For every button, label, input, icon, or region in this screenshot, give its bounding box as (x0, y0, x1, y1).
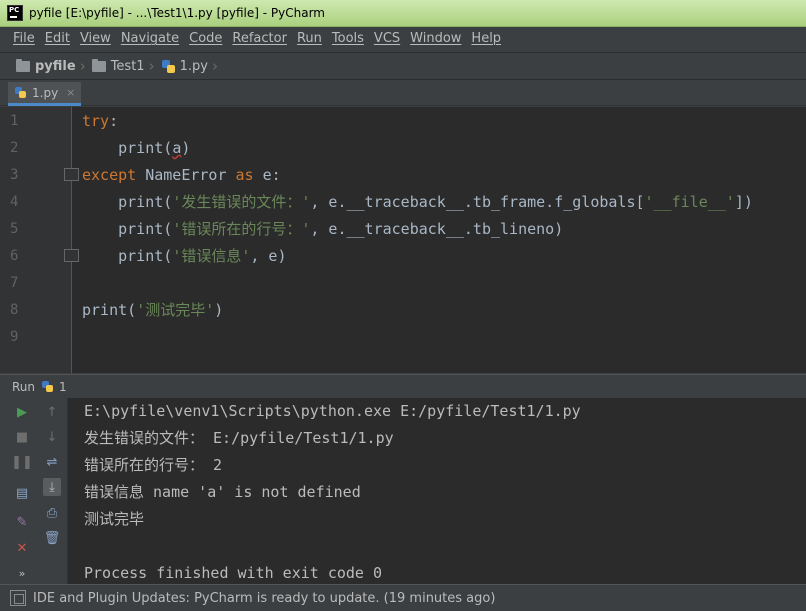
pycharm-app-icon: PC (7, 5, 23, 21)
menu-bar: File Edit View Navigate Code Refactor Ru… (0, 27, 806, 51)
app-icon-text: PC (9, 6, 20, 14)
run-config-name[interactable]: 1 (59, 380, 67, 394)
breadcrumb-folder-label: Test1 (110, 58, 145, 74)
line-number-gutter: 1 2 3 4 5 6 7 8 9 (0, 107, 72, 373)
pin-tab-icon[interactable]: ✎ (13, 513, 31, 531)
code-line-1: try: (82, 112, 119, 130)
menu-view[interactable]: View (75, 27, 116, 51)
breadcrumb: pyfile › Test1 › 1.py › (0, 52, 806, 80)
python-file-icon (14, 86, 28, 100)
line-number: 2 (10, 140, 19, 156)
console-line: Process finished with exit code 0 (84, 564, 383, 582)
python-file-icon (161, 59, 176, 74)
line-number: 1 (10, 113, 19, 129)
pause-icon[interactable]: ❚❚ (11, 453, 33, 471)
more-actions-icon[interactable]: » (13, 564, 31, 582)
tab-1-py[interactable]: 1.py × (8, 82, 82, 106)
menu-window[interactable]: Window (405, 27, 466, 51)
chevron-right-icon: › (79, 57, 86, 75)
folder-icon (16, 58, 30, 72)
code-line-6: print('错误信息', e) (118, 247, 287, 265)
run-label[interactable]: Run (12, 380, 35, 394)
line-number: 3 (10, 167, 19, 183)
chevron-right-icon: › (148, 57, 155, 75)
scroll-to-end-icon[interactable]: ⤓ (43, 478, 61, 496)
console-line: 错误信息 name 'a' is not defined (84, 483, 361, 501)
breadcrumb-file-label: 1.py (179, 58, 208, 74)
run-toolbar: ▶ ■ ❚❚ ▤ ✎ ✕ » ↑ ↓ ⇌ ⤓ ⎙ 🗑 (0, 398, 68, 584)
stop-icon[interactable]: ■ (13, 428, 31, 446)
print-icon[interactable]: ⎙ (43, 504, 61, 522)
tab-label: 1.py (32, 85, 59, 100)
console-line: 发生错误的文件： E:/pyfile/Test1/1.py (84, 429, 394, 447)
folder-icon (91, 58, 106, 72)
window-title-bar: PC pyfile [E:\pyfile] - ...\Test1\1.py [… (0, 0, 806, 27)
trash-icon[interactable]: 🗑 (43, 529, 61, 547)
menu-help[interactable]: Help (466, 27, 506, 51)
python-run-config-icon (41, 380, 55, 394)
menu-file[interactable]: File (8, 27, 40, 51)
line-number: 8 (10, 302, 19, 318)
menu-refactor[interactable]: Refactor (227, 27, 292, 51)
code-line-2: print(a) (118, 139, 191, 157)
arrow-up-icon[interactable]: ↑ (43, 403, 61, 421)
run-tool-window-header: Run 1 (0, 374, 806, 398)
status-message[interactable]: IDE and Plugin Updates: PyCharm is ready… (33, 591, 495, 606)
dump-threads-icon[interactable]: ▤ (13, 484, 31, 502)
run-panel: ▶ ■ ❚❚ ▤ ✎ ✕ » ↑ ↓ ⇌ ⤓ ⎙ 🗑 E:\pyfile\ven… (0, 398, 806, 584)
arrow-down-icon[interactable]: ↓ (43, 428, 61, 446)
line-number: 9 (10, 329, 19, 345)
menu-tools[interactable]: Tools (327, 27, 369, 51)
rerun-icon[interactable]: ▶ (13, 403, 31, 421)
soft-wrap-icon[interactable]: ⇌ (43, 453, 61, 471)
code-line-8: print('测试完毕') (82, 301, 224, 319)
menu-navigate[interactable]: Navigate (116, 27, 184, 51)
window-title: pyfile [E:\pyfile] - ...\Test1\1.py [pyf… (29, 6, 325, 20)
fold-marker-icon[interactable] (64, 249, 79, 262)
menu-vcs[interactable]: VCS (369, 27, 405, 51)
close-icon[interactable]: ✕ (13, 539, 31, 557)
code-editor[interactable]: 1 2 3 4 5 6 7 8 9 try: print(a) except N… (0, 107, 806, 458)
console-line: 测试完毕 (84, 510, 145, 528)
line-number: 5 (10, 221, 19, 237)
code-line-5: print('错误所在的行号：', e.__traceback__.tb_lin… (118, 220, 564, 238)
line-number: 4 (10, 194, 19, 210)
chevron-right-icon: › (211, 57, 218, 75)
breadcrumb-project[interactable]: pyfile (16, 58, 76, 74)
console-line: E:\pyfile\venv1\Scripts\python.exe E:/py… (84, 402, 581, 420)
fold-marker-icon[interactable] (64, 168, 79, 181)
breadcrumb-folder[interactable]: Test1 (91, 58, 145, 74)
status-bar: IDE and Plugin Updates: PyCharm is ready… (0, 584, 806, 611)
tool-windows-icon[interactable] (10, 590, 26, 606)
breadcrumb-project-label: pyfile (35, 58, 76, 74)
unresolved-reference: a (172, 139, 182, 157)
code-line-3: except NameError as e: (82, 166, 281, 184)
breadcrumb-file[interactable]: 1.py (161, 59, 208, 74)
close-icon[interactable]: × (66, 86, 75, 99)
console-line: 错误所在的行号： 2 (84, 456, 223, 474)
menu-run[interactable]: Run (292, 27, 327, 51)
editor-tabs: 1.py × (0, 80, 806, 106)
menu-code[interactable]: Code (184, 27, 227, 51)
code-line-4: print('发生错误的文件：', e.__traceback__.tb_fra… (118, 193, 753, 211)
line-number: 6 (10, 248, 19, 264)
line-number: 7 (10, 275, 19, 291)
menu-edit[interactable]: Edit (40, 27, 75, 51)
console-output[interactable]: E:\pyfile\venv1\Scripts\python.exe E:/py… (84, 398, 804, 584)
